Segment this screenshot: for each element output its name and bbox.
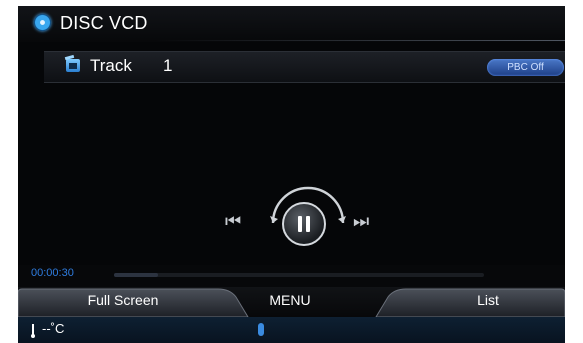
tab-menu[interactable]: MENU <box>240 292 340 308</box>
pause-icon-bar-right <box>306 216 310 232</box>
thermometer-icon <box>31 324 35 338</box>
vcd-player-screen: DISC VCD Track 1 PBC Off ⏮ ⏭ 00:00:30 Fu… <box>18 6 565 343</box>
pause-button[interactable] <box>282 202 326 246</box>
track-icon <box>66 59 80 72</box>
tab-full-screen[interactable]: Full Screen <box>58 292 188 308</box>
pause-icon-bar-left <box>298 216 302 232</box>
header-divider <box>156 40 565 41</box>
bottom-tab-bar: Full Screen MENU List <box>18 287 565 317</box>
tab-list[interactable]: List <box>438 292 538 308</box>
next-track-button[interactable]: ⏭ <box>353 212 389 230</box>
bluetooth-icon <box>258 323 264 336</box>
page-title: DISC VCD <box>60 13 148 33</box>
pbc-toggle-button[interactable]: PBC Off <box>487 59 564 76</box>
progress-bar[interactable] <box>114 273 484 277</box>
progress-fill <box>114 273 159 277</box>
previous-track-button[interactable]: ⏮ <box>225 212 261 230</box>
temperature-readout: --˚C <box>42 321 65 336</box>
elapsed-time: 00:00:30 <box>31 267 74 279</box>
track-number: 1 <box>163 56 173 75</box>
progress-area: 00:00:30 <box>18 265 565 287</box>
status-bar: --˚C <box>18 317 565 343</box>
track-row: Track 1 PBC Off <box>44 51 565 83</box>
track-label: Track <box>90 56 132 75</box>
header-bar: DISC VCD <box>18 6 565 42</box>
disc-icon <box>34 14 51 31</box>
